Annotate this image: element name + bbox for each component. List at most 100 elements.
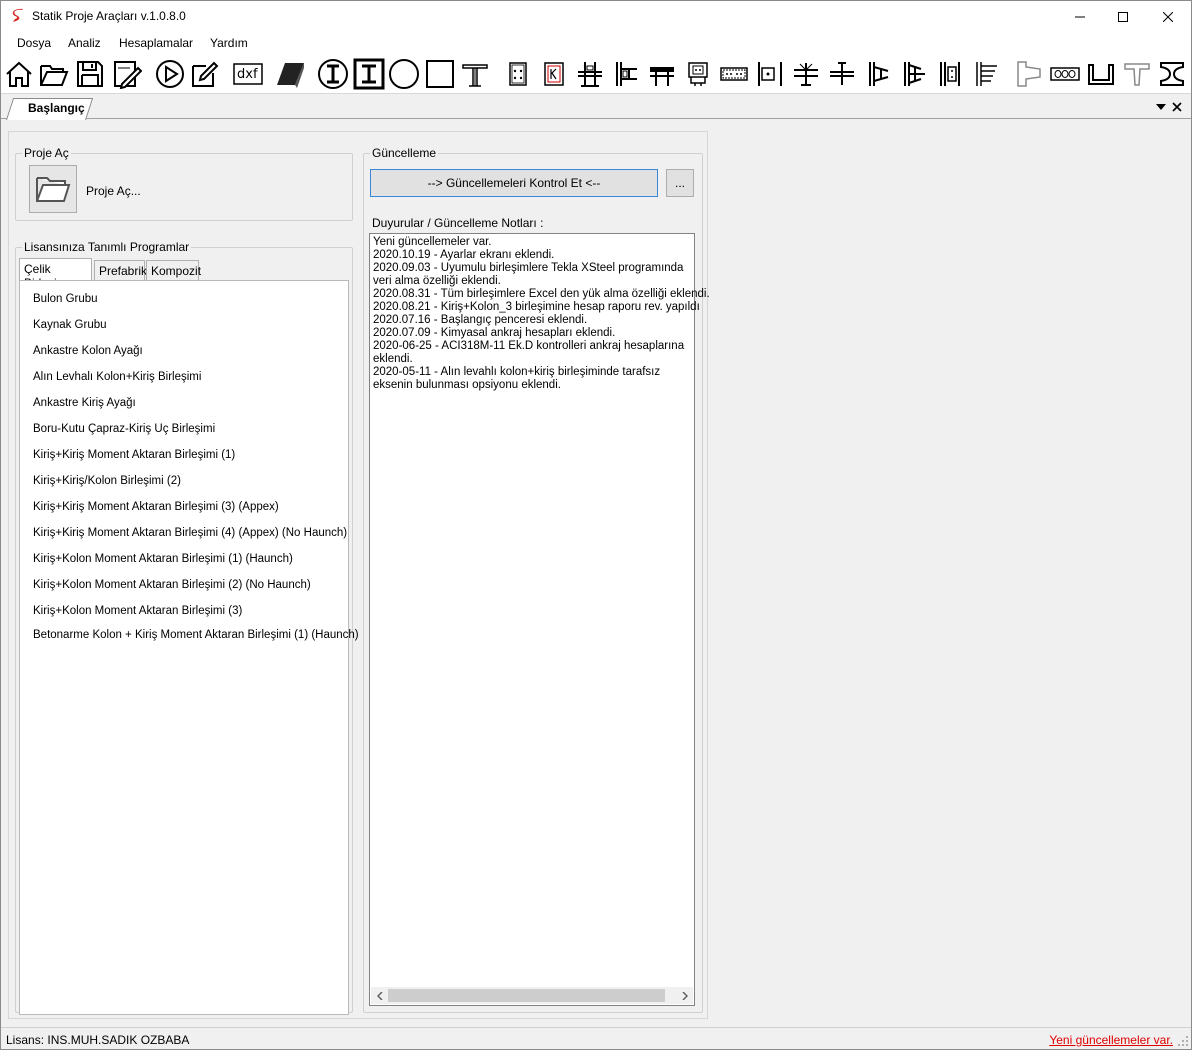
note-line: eksenin bulunması opsiyonu eklendi. bbox=[373, 379, 561, 391]
program-item[interactable]: Kiriş+Kiriş Moment Aktaran Birleşimi (4)… bbox=[33, 527, 347, 539]
i-beam-square-button[interactable] bbox=[353, 58, 385, 90]
open-project-button[interactable] bbox=[29, 165, 77, 213]
menu-bar: Dosya Analiz Hesaplamalar Yardım bbox=[1, 32, 1191, 54]
program-item[interactable]: Kiriş+Kiriş/Kolon Birleşimi (2) bbox=[33, 475, 181, 487]
tab-prefabrik[interactable]: Prefabrik bbox=[94, 260, 147, 280]
scroll-right-button[interactable] bbox=[676, 987, 693, 1004]
beam-stiffener-button[interactable] bbox=[646, 58, 678, 90]
scroll-thumb[interactable] bbox=[388, 989, 665, 1002]
tab-list-button[interactable] bbox=[1153, 99, 1169, 115]
program-item[interactable]: Alın Levhalı Kolon+Kiriş Birleşimi bbox=[33, 371, 201, 383]
program-item[interactable]: Boru-Kutu Çapraz-Kiriş Uç Birleşimi bbox=[33, 423, 215, 435]
program-item[interactable]: Kiriş+Kiriş Moment Aktaran Birleşimi (3)… bbox=[33, 501, 279, 513]
tab-close-button[interactable] bbox=[1169, 99, 1185, 115]
note-line: 2020.10.19 - Ayarlar ekranı eklendi. bbox=[373, 249, 555, 261]
pencil-icon bbox=[192, 61, 219, 87]
program-item[interactable]: Kiriş+Kolon Moment Aktaran Birleşimi (3) bbox=[33, 605, 242, 617]
chevron-right-icon bbox=[681, 991, 688, 1000]
program-item[interactable]: Bulon Grubu bbox=[33, 293, 98, 305]
save-icon bbox=[77, 61, 103, 87]
square-section-button[interactable] bbox=[424, 58, 456, 90]
dxf-button[interactable]: dxf bbox=[232, 58, 264, 90]
3d-plate-icon bbox=[277, 63, 304, 88]
home-button[interactable] bbox=[3, 58, 35, 90]
check-updates-button[interactable]: --> Güncellemeleri Kontrol Et <-- bbox=[370, 169, 658, 197]
chevron-left-icon bbox=[376, 991, 383, 1000]
i-beam-circle-icon bbox=[318, 59, 348, 89]
start-page-panel: Proje Aç Proje Aç... Lisansınıza Tanımlı… bbox=[8, 131, 710, 1019]
update-options-button[interactable]: ... bbox=[666, 169, 694, 197]
run-button[interactable] bbox=[154, 58, 186, 90]
plate-k-button[interactable] bbox=[538, 58, 570, 90]
menu-dosya[interactable]: Dosya bbox=[17, 36, 51, 50]
precast-corbel-button[interactable] bbox=[1013, 58, 1045, 90]
window-title: Statik Proje Araçları v.1.0.8.0 bbox=[32, 9, 186, 23]
column-plate-button[interactable] bbox=[970, 58, 1002, 90]
maximize-button[interactable] bbox=[1100, 1, 1146, 32]
i-beam-square-icon bbox=[353, 58, 385, 90]
column-splice-button[interactable] bbox=[754, 58, 786, 90]
column-cap-icon bbox=[869, 62, 889, 86]
i-section-button[interactable] bbox=[1156, 58, 1188, 90]
open-folder-icon bbox=[40, 65, 69, 86]
program-item[interactable]: Kiriş+Kolon Moment Aktaran Birleşimi (2)… bbox=[33, 579, 311, 591]
plate-bolts-button[interactable] bbox=[502, 58, 534, 90]
beam-beam-button[interactable] bbox=[790, 58, 822, 90]
beam-web-button[interactable] bbox=[826, 58, 858, 90]
program-item[interactable]: Kiriş+Kolon Moment Aktaran Birleşimi (1)… bbox=[33, 553, 293, 565]
update-notes-textbox[interactable]: Yeni güncellemeler var. 2020.10.19 - Aya… bbox=[369, 233, 710, 1006]
folder-icon bbox=[36, 177, 71, 202]
column-cap-button[interactable] bbox=[862, 58, 894, 90]
program-item[interactable]: Ankastre Kolon Ayağı bbox=[33, 345, 143, 357]
programs-group: Lisansınıza Tanımlı Programlar Çelik Bir… bbox=[15, 240, 359, 1015]
note-line: 2020.08.31 - Tüm birleşimlere Excel den … bbox=[373, 288, 710, 300]
open-button[interactable] bbox=[38, 58, 70, 90]
program-item[interactable]: Kiriş+Kiriş Moment Aktaran Birleşimi (1) bbox=[33, 449, 235, 461]
beam-stiffener-icon bbox=[650, 67, 674, 86]
column-end-button[interactable] bbox=[898, 58, 930, 90]
chevron-down-icon bbox=[1156, 104, 1166, 110]
circle-section-icon bbox=[389, 59, 419, 89]
column-side-icon bbox=[940, 62, 960, 86]
3d-plate-button[interactable] bbox=[274, 58, 306, 90]
save-button[interactable] bbox=[74, 58, 106, 90]
program-item[interactable]: Ankastre Kiriş Ayağı bbox=[33, 397, 136, 409]
plate-bolts-icon bbox=[509, 62, 527, 86]
home-icon bbox=[6, 61, 32, 87]
menu-hesaplamalar[interactable]: Hesaplamalar bbox=[119, 36, 193, 50]
menu-analiz[interactable]: Analiz bbox=[68, 36, 101, 50]
minimize-button[interactable] bbox=[1057, 1, 1103, 32]
tab-kompozit[interactable]: Kompozit bbox=[146, 260, 201, 280]
update-available-link[interactable]: Yeni güncellemeler var. bbox=[1049, 1033, 1173, 1047]
i-section-icon bbox=[1160, 62, 1184, 86]
program-item[interactable]: Betonarme Kolon + Kiriş Moment Aktaran B… bbox=[33, 629, 359, 641]
menu-yardim[interactable]: Yardım bbox=[210, 36, 248, 50]
close-button[interactable] bbox=[1145, 1, 1191, 32]
open-project-label[interactable]: Proje Aç... bbox=[86, 184, 141, 198]
minimize-icon bbox=[1075, 16, 1085, 17]
column-flange-button[interactable] bbox=[610, 58, 642, 90]
beam-column-button[interactable] bbox=[574, 58, 606, 90]
t-section-button[interactable] bbox=[1121, 58, 1153, 90]
hollow-core-button[interactable] bbox=[1049, 58, 1081, 90]
play-icon bbox=[156, 60, 184, 88]
beam-splice-button[interactable] bbox=[718, 58, 750, 90]
column-flange-icon bbox=[616, 62, 637, 86]
programs-group-label: Lisansınıza Tanımlı Programlar bbox=[22, 240, 192, 254]
resize-grip-icon[interactable] bbox=[1177, 1035, 1189, 1047]
program-item[interactable]: Kaynak Grubu bbox=[33, 319, 107, 331]
scroll-left-button[interactable] bbox=[371, 987, 388, 1004]
edit-drawing-button[interactable] bbox=[111, 58, 143, 90]
column-side-button[interactable] bbox=[934, 58, 966, 90]
edit-button[interactable] bbox=[189, 58, 221, 90]
notes-label: Duyurular / Güncelleme Notları : bbox=[372, 216, 544, 230]
base-plate-button[interactable] bbox=[682, 58, 714, 90]
tab-celik-birlesim[interactable]: Çelik Birleşim bbox=[19, 258, 92, 290]
notes-horizontal-scrollbar[interactable] bbox=[371, 987, 693, 1004]
u-section-button[interactable] bbox=[1085, 58, 1117, 90]
close-icon bbox=[1163, 11, 1173, 22]
i-beam-circle-button[interactable] bbox=[317, 58, 349, 90]
t-column-button[interactable] bbox=[459, 58, 491, 90]
u-section-icon bbox=[1088, 64, 1114, 85]
circle-section-button[interactable] bbox=[388, 58, 420, 90]
